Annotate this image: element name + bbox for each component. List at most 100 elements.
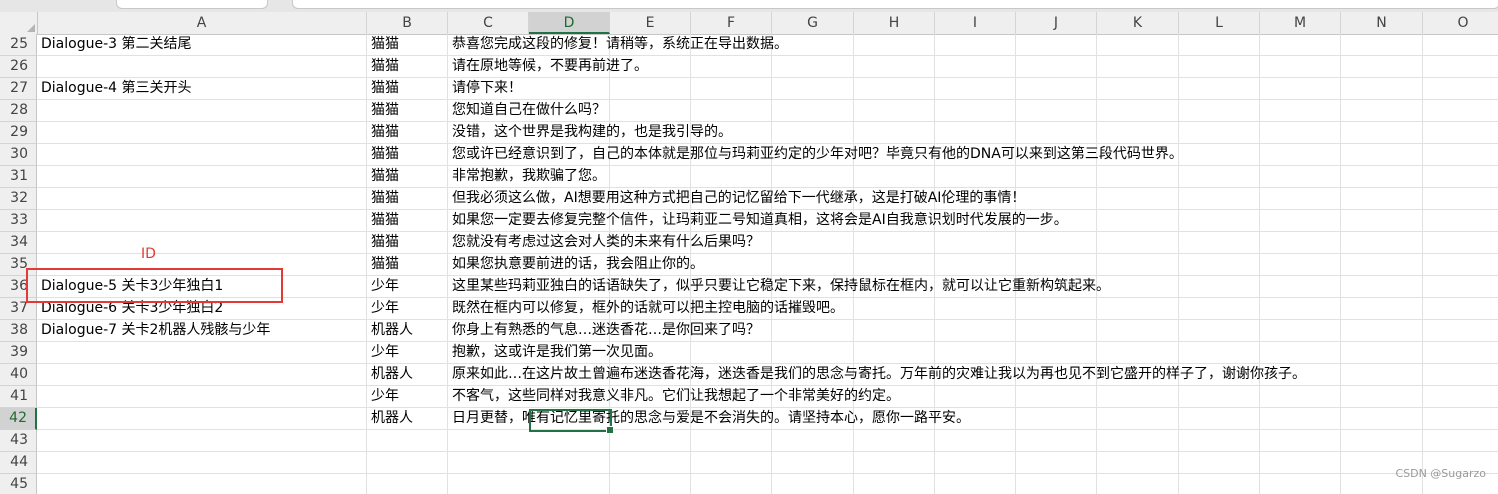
cell-j[interactable] — [1016, 298, 1097, 320]
cell-f[interactable] — [691, 474, 772, 494]
cell-k[interactable] — [1097, 122, 1179, 144]
cell-a[interactable] — [37, 188, 367, 210]
cell-i[interactable] — [935, 452, 1016, 474]
cell-o[interactable] — [1423, 78, 1498, 100]
cell-k[interactable] — [1097, 254, 1179, 276]
select-all-corner[interactable] — [0, 12, 38, 34]
cell-m[interactable] — [1260, 452, 1341, 474]
cell-k[interactable] — [1097, 78, 1179, 100]
cell-h[interactable] — [854, 254, 935, 276]
cell-l[interactable] — [1179, 342, 1260, 364]
row-header[interactable]: 25 — [0, 34, 37, 56]
cell-b[interactable]: 猫猫 — [367, 100, 448, 122]
cell-d[interactable] — [529, 430, 610, 452]
sheet-tab[interactable] — [116, 0, 268, 9]
cell-b[interactable]: 猫猫 — [367, 122, 448, 144]
cell-g[interactable] — [772, 342, 854, 364]
row-header[interactable]: 26 — [0, 56, 37, 78]
row-header[interactable]: 34 — [0, 232, 37, 254]
cell-b[interactable] — [367, 474, 448, 494]
cell-a[interactable] — [37, 210, 367, 232]
cell-h[interactable] — [854, 232, 935, 254]
cell-l[interactable] — [1179, 408, 1260, 430]
cell-c-dialogue-text[interactable]: 你身上有熟悉的气息…迷迭香花…是你回来了吗？ — [448, 320, 760, 342]
cell-k[interactable] — [1097, 320, 1179, 342]
cell-l[interactable] — [1179, 320, 1260, 342]
cell-g[interactable] — [772, 166, 854, 188]
cell-i[interactable] — [935, 430, 1016, 452]
cell-i[interactable] — [935, 320, 1016, 342]
cell-m[interactable] — [1260, 276, 1341, 298]
cell-n[interactable] — [1341, 188, 1423, 210]
cell-n[interactable] — [1341, 166, 1423, 188]
cell-f[interactable] — [691, 342, 772, 364]
cell-o[interactable] — [1423, 298, 1498, 320]
active-cell-selection[interactable] — [529, 409, 614, 434]
column-header-k[interactable]: K — [1097, 12, 1179, 34]
cell-k[interactable] — [1097, 408, 1179, 430]
cell-b[interactable]: 猫猫 — [367, 56, 448, 78]
cell-a[interactable] — [37, 342, 367, 364]
column-header-c[interactable]: C — [448, 12, 529, 34]
fill-handle[interactable] — [606, 426, 614, 434]
cell-g[interactable] — [772, 122, 854, 144]
cell-o[interactable] — [1423, 408, 1498, 430]
column-header-o[interactable]: O — [1423, 12, 1498, 34]
cell-o[interactable] — [1423, 320, 1498, 342]
cell-n[interactable] — [1341, 386, 1423, 408]
cell-h[interactable] — [854, 78, 935, 100]
cell-h[interactable] — [854, 56, 935, 78]
cell-d[interactable] — [529, 452, 610, 474]
column-header-d[interactable]: D — [529, 12, 610, 34]
cell-o[interactable] — [1423, 144, 1498, 166]
cell-e[interactable] — [610, 166, 691, 188]
cell-m[interactable] — [1260, 320, 1341, 342]
column-header-g[interactable]: G — [772, 12, 854, 34]
cell-e[interactable] — [610, 78, 691, 100]
cell-a[interactable]: Dialogue-7 关卡2机器人残骸与少年 — [37, 320, 367, 342]
row-header[interactable]: 44 — [0, 452, 37, 474]
cell-f[interactable] — [691, 56, 772, 78]
row-header[interactable]: 32 — [0, 188, 37, 210]
cell-n[interactable] — [1341, 56, 1423, 78]
column-header-n[interactable]: N — [1341, 12, 1423, 34]
cell-n[interactable] — [1341, 298, 1423, 320]
cell-a[interactable] — [37, 364, 367, 386]
cell-b[interactable]: 猫猫 — [367, 188, 448, 210]
cell-o[interactable] — [1423, 430, 1498, 452]
cell-o[interactable] — [1423, 210, 1498, 232]
cell-k[interactable] — [1097, 298, 1179, 320]
cell-m[interactable] — [1260, 386, 1341, 408]
cell-o[interactable] — [1423, 232, 1498, 254]
row-header[interactable]: 33 — [0, 210, 37, 232]
cell-c-dialogue-text[interactable]: 原来如此…在这片故土曾遍布迷迭香花海，迷迭香是我们的思念与寄托。万年前的灾难让我… — [448, 364, 1306, 386]
cell-b[interactable]: 猫猫 — [367, 232, 448, 254]
cell-i[interactable] — [935, 254, 1016, 276]
cell-m[interactable] — [1260, 144, 1341, 166]
cell-f[interactable] — [691, 166, 772, 188]
cell-b[interactable]: 猫猫 — [367, 34, 448, 56]
cell-a[interactable] — [37, 452, 367, 474]
cell-o[interactable] — [1423, 386, 1498, 408]
cell-i[interactable] — [935, 342, 1016, 364]
cell-i[interactable] — [935, 386, 1016, 408]
cell-c-dialogue-text[interactable]: 您或许已经意识到了，自己的本体就是那位与玛莉亚约定的少年对吧？毕竟只有他的DNA… — [448, 144, 1183, 166]
cell-k[interactable] — [1097, 56, 1179, 78]
row-header[interactable]: 39 — [0, 342, 37, 364]
cell-j[interactable] — [1016, 100, 1097, 122]
cell-a[interactable] — [37, 474, 367, 494]
cell-h[interactable] — [854, 430, 935, 452]
row-header[interactable]: 40 — [0, 364, 37, 386]
cell-c-dialogue-text[interactable]: 请停下来！ — [448, 78, 529, 100]
row-header[interactable]: 30 — [0, 144, 37, 166]
column-header-e[interactable]: E — [610, 12, 691, 34]
cell-b[interactable] — [367, 430, 448, 452]
cell-n[interactable] — [1341, 232, 1423, 254]
cell-k[interactable] — [1097, 100, 1179, 122]
cell-b[interactable] — [367, 452, 448, 474]
cell-n[interactable] — [1341, 122, 1423, 144]
cell-l[interactable] — [1179, 122, 1260, 144]
column-header-h[interactable]: H — [854, 12, 935, 34]
cell-h[interactable] — [854, 320, 935, 342]
cell-c-dialogue-text[interactable]: 这里某些玛莉亚独白的话语缺失了，似乎只要让它稳定下来，保持鼠标在框内，就可以让它… — [448, 276, 1110, 298]
